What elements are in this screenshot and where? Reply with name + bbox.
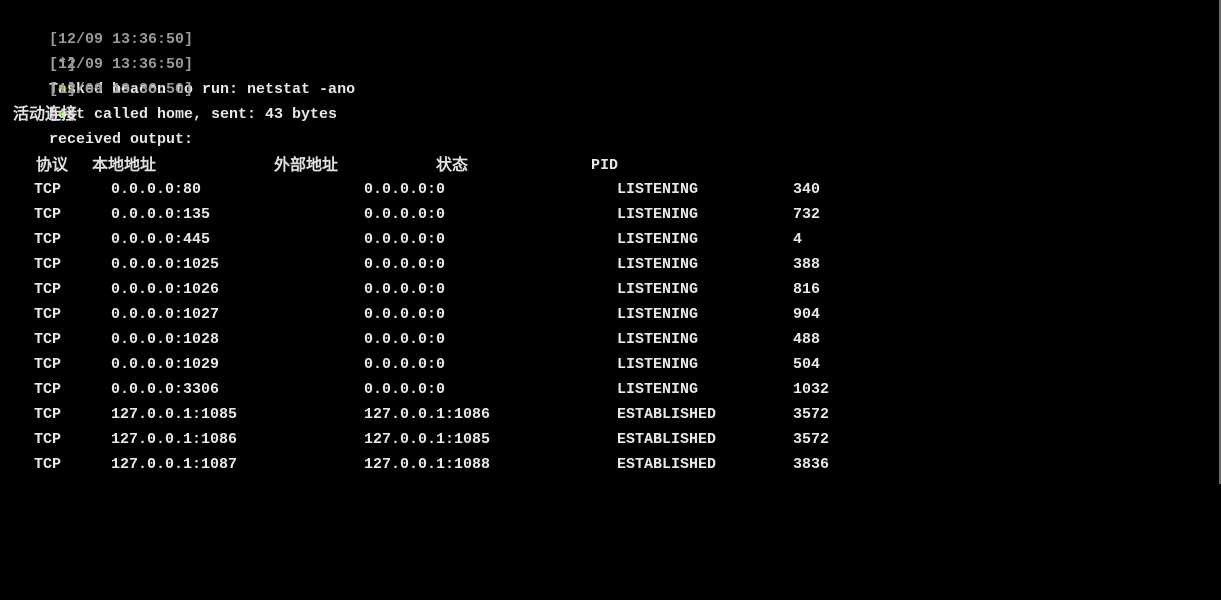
cell-state: LISTENING [617,231,699,248]
cell-local-address: 0.0.0.0:1029 [111,356,220,373]
cell-state: LISTENING [617,206,699,223]
cell-foreign-address: 0.0.0.0:0 [364,306,446,323]
cell-local-address: 0.0.0.0:445 [111,231,211,248]
cell-pid: 732 [793,206,821,223]
cell-local-address: 0.0.0.0:1025 [111,256,220,273]
log-timestamp: [12/09 13:36:50] [49,81,194,98]
cell-pid: 504 [793,356,821,373]
cell-foreign-address: 0.0.0.0:0 [364,206,446,223]
cell-proto: TCP [34,256,62,273]
cell-foreign-address: 127.0.0.1:1088 [364,456,491,473]
log-message: received output: [49,131,194,148]
cell-state: LISTENING [617,356,699,373]
cell-state: LISTENING [617,256,699,273]
cell-proto: TCP [34,181,62,198]
cell-state: ESTABLISHED [617,456,717,473]
cell-proto: TCP [34,206,62,223]
cell-local-address: 0.0.0.0:1027 [111,306,220,323]
cell-foreign-address: 127.0.0.1:1086 [364,406,491,423]
cell-pid: 3836 [793,456,830,473]
cell-pid: 488 [793,331,821,348]
cell-foreign-address: 127.0.0.1:1085 [364,431,491,448]
column-header-foreign: 外部地址 [274,155,339,174]
cell-local-address: 0.0.0.0:135 [111,206,211,223]
cell-foreign-address: 0.0.0.0:0 [364,256,446,273]
cell-pid: 904 [793,306,821,323]
cell-pid: 3572 [793,406,830,423]
cell-pid: 388 [793,256,821,273]
cell-local-address: 127.0.0.1:1087 [111,456,238,473]
section-title: 活动连接 [13,104,78,123]
column-header-pid: PID [591,157,619,174]
log-message: host called home, sent: 43 bytes [49,106,338,123]
cell-local-address: 127.0.0.1:1085 [111,406,238,423]
log-line: [12/09 13:36:50] [+] received output: [13,52,193,148]
cell-pid: 3572 [793,431,830,448]
cell-proto: TCP [34,431,62,448]
column-header-proto: 协议 [36,155,69,174]
cell-state: ESTABLISHED [617,406,717,423]
cell-local-address: 0.0.0.0:80 [111,181,202,198]
cell-pid: 1032 [793,381,830,398]
cell-state: LISTENING [617,381,699,398]
cell-local-address: 127.0.0.1:1086 [111,431,238,448]
terminal-output[interactable]: [12/09 13:36:50] [*] Tasked beacon to ru… [0,0,1221,484]
cell-state: LISTENING [617,281,699,298]
cell-state: LISTENING [617,331,699,348]
cell-foreign-address: 0.0.0.0:0 [364,331,446,348]
cell-proto: TCP [34,281,62,298]
cell-foreign-address: 0.0.0.0:0 [364,381,446,398]
cell-proto: TCP [34,456,62,473]
cell-foreign-address: 0.0.0.0:0 [364,356,446,373]
cell-state: LISTENING [617,181,699,198]
cell-proto: TCP [34,331,62,348]
cell-pid: 4 [793,231,803,248]
cell-local-address: 0.0.0.0:1028 [111,331,220,348]
cell-proto: TCP [34,306,62,323]
cell-foreign-address: 0.0.0.0:0 [364,181,446,198]
log-line: [12/09 13:36:50] [+] host called home, s… [13,27,337,123]
log-line: [12/09 13:36:50] [*] Tasked beacon to ru… [13,2,355,98]
cell-foreign-address: 0.0.0.0:0 [364,231,446,248]
cell-local-address: 0.0.0.0:1026 [111,281,220,298]
cell-proto: TCP [34,381,62,398]
cell-local-address: 0.0.0.0:3306 [111,381,220,398]
cell-state: ESTABLISHED [617,431,717,448]
cell-pid: 340 [793,181,821,198]
column-header-local: 本地地址 [92,155,157,174]
cell-state: LISTENING [617,306,699,323]
column-header-state: 状态 [436,155,469,174]
cell-proto: TCP [34,356,62,373]
cell-proto: TCP [34,406,62,423]
cell-foreign-address: 0.0.0.0:0 [364,281,446,298]
cell-pid: 816 [793,281,821,298]
cell-proto: TCP [34,231,62,248]
